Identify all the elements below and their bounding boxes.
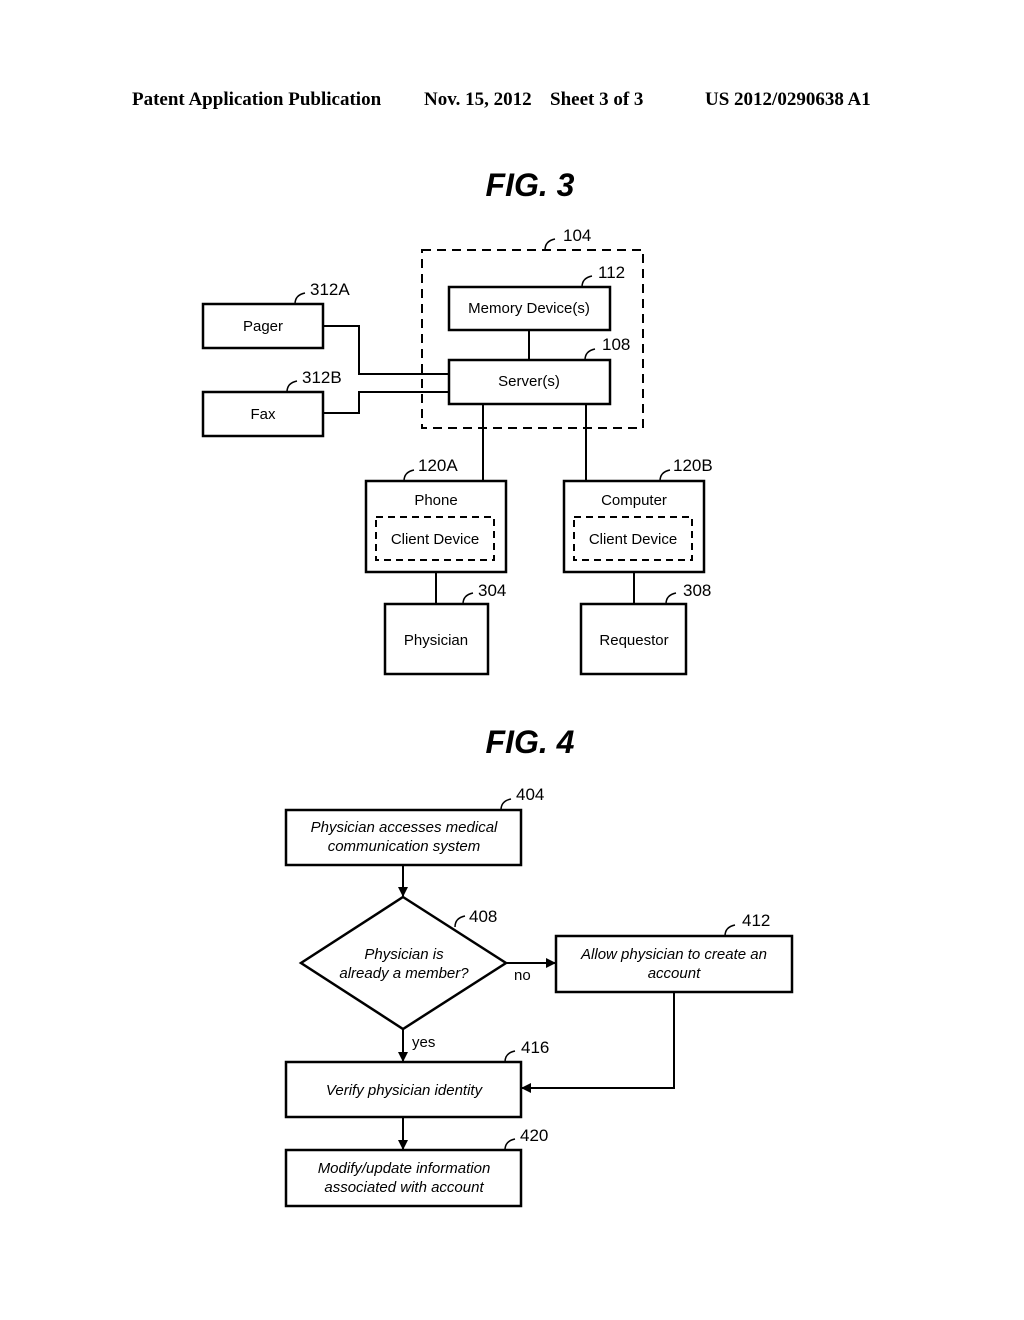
step-416-line1: Verify physician identity	[326, 1082, 484, 1099]
step-408-decision: Physician is already a member? 408	[298, 895, 509, 1031]
phone-ref: 120A	[418, 456, 458, 475]
patent-drawing: FIG. 3 104 Memory Device(s) 112 Server(s…	[201, 167, 794, 1208]
step-408-ref: 408	[469, 907, 497, 926]
server-ref: 108	[602, 335, 630, 354]
step-412-line1: Allow physician to create an	[580, 946, 767, 963]
step-412-line2: account	[648, 965, 701, 982]
fig3-title: FIG. 3	[486, 167, 575, 203]
step-420-line1: Modify/update information	[318, 1160, 491, 1177]
fax-server-connector	[323, 391, 449, 414]
step-412-ref: 412	[742, 911, 770, 930]
step-420-line2: associated with account	[324, 1179, 484, 1196]
step-416-ref: 416	[521, 1038, 549, 1057]
phone-label: Phone	[414, 492, 457, 509]
requestor-label: Requestor	[599, 632, 668, 649]
memory-device-label: Memory Device(s)	[468, 300, 590, 317]
step-408-line1: Physician is	[364, 946, 444, 963]
no-label: no	[514, 967, 531, 984]
step-404-box: Physician accesses medical communication…	[284, 785, 544, 867]
physician-ref: 304	[478, 581, 506, 600]
server-label: Server(s)	[498, 373, 560, 390]
fax-box: Fax 312B	[201, 368, 342, 438]
step-412-box: Allow physician to create an account 412	[554, 911, 794, 994]
yes-label: yes	[412, 1034, 435, 1051]
computer-label: Computer	[601, 492, 667, 509]
requestor-ref: 308	[683, 581, 711, 600]
computer-ref: 120B	[673, 456, 713, 475]
step-404-line2: communication system	[328, 838, 481, 855]
phone-box: Phone Client Device 120A	[364, 456, 508, 574]
pager-box: Pager 312A	[201, 280, 350, 350]
step-420-ref: 420	[520, 1126, 548, 1145]
system-ref: 104	[563, 226, 591, 245]
computer-client-device-label: Client Device	[589, 531, 677, 548]
fax-ref: 312B	[302, 368, 342, 387]
pager-ref: 312A	[310, 280, 350, 299]
requestor-box: Requestor 308	[579, 581, 711, 676]
memory-device-ref: 112	[598, 263, 625, 282]
step-404-ref: 404	[516, 785, 544, 804]
memory-device-box: Memory Device(s) 112	[447, 263, 625, 332]
pager-label: Pager	[243, 318, 283, 335]
step-404-line1: Physician accesses medical	[311, 819, 498, 836]
step-408-line2: already a member?	[339, 965, 469, 982]
pager-server-connector	[323, 325, 449, 375]
step-420-box: Modify/update information associated wit…	[284, 1126, 548, 1208]
physician-box: Physician 304	[383, 581, 506, 676]
fax-label: Fax	[250, 406, 276, 423]
physician-label: Physician	[404, 632, 468, 649]
server-box: Server(s) 108	[447, 335, 630, 406]
fig4-title: FIG. 4	[486, 724, 575, 760]
phone-client-device-label: Client Device	[391, 531, 479, 548]
